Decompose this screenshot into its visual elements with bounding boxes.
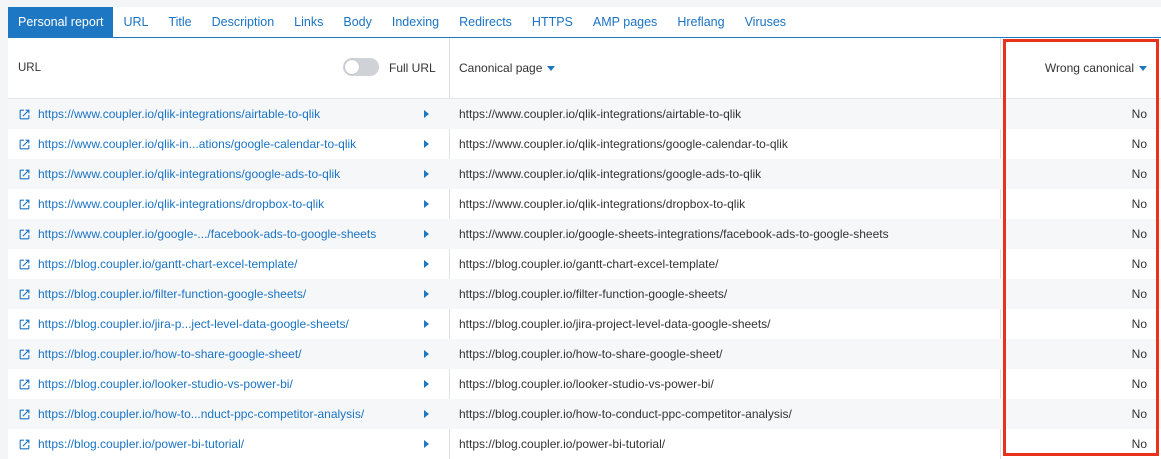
full-url-toggle[interactable]: [343, 58, 379, 76]
canonical-page-header[interactable]: Canonical page: [459, 61, 556, 75]
report-tabs: Personal report URL Title Description Li…: [8, 7, 1161, 38]
canonical-value: https://blog.coupler.io/how-to-conduct-p…: [459, 407, 792, 421]
table-row: https://blog.coupler.io/gantt-chart-exce…: [8, 249, 1161, 279]
tab-body[interactable]: Body: [333, 7, 382, 37]
url-link[interactable]: https://www.coupler.io/google-.../facebo…: [38, 227, 376, 241]
expand-arrow-icon[interactable]: [424, 110, 429, 118]
external-link-icon[interactable]: [18, 318, 31, 331]
sort-caret-icon: [547, 65, 556, 71]
expand-arrow-icon[interactable]: [424, 140, 429, 148]
tab-hreflang[interactable]: Hreflang: [667, 7, 734, 37]
external-link-icon[interactable]: [18, 198, 31, 211]
tab-url[interactable]: URL: [113, 7, 158, 37]
report-frame: Personal report URL Title Description Li…: [0, 0, 1161, 459]
wrong-canonical-value: No: [1131, 167, 1147, 181]
full-url-label: Full URL: [389, 61, 436, 75]
canonical-value: https://www.coupler.io/qlik-integrations…: [459, 137, 788, 151]
external-link-icon[interactable]: [18, 258, 31, 271]
wrong-canonical-value: No: [1131, 407, 1147, 421]
url-link[interactable]: https://www.coupler.io/qlik-integrations…: [38, 167, 340, 181]
url-link[interactable]: https://www.coupler.io/qlik-in...ations/…: [38, 137, 356, 151]
url-link[interactable]: https://blog.coupler.io/filter-function-…: [38, 287, 306, 301]
table-header: URL Full URL Canonical page Wrong canoni…: [8, 38, 1161, 99]
sort-caret-icon: [1139, 65, 1147, 71]
expand-arrow-icon[interactable]: [424, 350, 429, 358]
external-link-icon[interactable]: [18, 168, 31, 181]
url-link[interactable]: https://blog.coupler.io/how-to-share-goo…: [38, 347, 302, 361]
tab-redirects[interactable]: Redirects: [449, 7, 522, 37]
expand-arrow-icon[interactable]: [424, 290, 429, 298]
url-link[interactable]: https://blog.coupler.io/gantt-chart-exce…: [38, 257, 297, 271]
wrong-canonical-value: No: [1131, 287, 1147, 301]
wrong-canonical-value: No: [1131, 377, 1147, 391]
expand-arrow-icon[interactable]: [424, 380, 429, 388]
tab-links[interactable]: Links: [284, 7, 333, 37]
canonical-value: https://blog.coupler.io/looker-studio-vs…: [459, 377, 714, 391]
canonical-value: https://www.coupler.io/qlik-integrations…: [459, 107, 742, 121]
table-row: https://www.coupler.io/qlik-integrations…: [8, 189, 1161, 219]
expand-arrow-icon[interactable]: [424, 170, 429, 178]
table-row: https://blog.coupler.io/how-to...nduct-p…: [8, 399, 1161, 429]
expand-arrow-icon[interactable]: [424, 200, 429, 208]
external-link-icon[interactable]: [18, 138, 31, 151]
wrong-canonical-header[interactable]: Wrong canonical: [1045, 61, 1147, 75]
url-link[interactable]: https://blog.coupler.io/how-to...nduct-p…: [38, 407, 364, 421]
table-row: https://blog.coupler.io/filter-function-…: [8, 279, 1161, 309]
canonical-value: https://www.coupler.io/google-sheets-int…: [459, 227, 889, 241]
expand-arrow-icon[interactable]: [424, 230, 429, 238]
table-body: https://www.coupler.io/qlik-integrations…: [8, 99, 1161, 459]
wrong-canonical-value: No: [1131, 317, 1147, 331]
canonical-page-label: Canonical page: [459, 61, 543, 75]
url-link[interactable]: https://blog.coupler.io/looker-studio-vs…: [38, 377, 293, 391]
canonical-value: https://www.coupler.io/qlik-integrations…: [459, 167, 762, 181]
canonical-value: https://blog.coupler.io/filter-function-…: [459, 287, 728, 301]
external-link-icon[interactable]: [18, 408, 31, 421]
wrong-canonical-value: No: [1131, 227, 1147, 241]
tab-personal-report[interactable]: Personal report: [8, 7, 114, 37]
table-row: https://blog.coupler.io/looker-studio-vs…: [8, 369, 1161, 399]
canonical-value: https://blog.coupler.io/jira-project-lev…: [459, 317, 771, 331]
tab-https[interactable]: HTTPS: [522, 7, 583, 37]
url-link[interactable]: https://www.coupler.io/qlik-integrations…: [38, 197, 324, 211]
expand-arrow-icon[interactable]: [424, 410, 429, 418]
report-table: URL Full URL Canonical page Wrong canoni…: [8, 38, 1161, 459]
external-link-icon[interactable]: [18, 228, 31, 241]
table-row: https://www.coupler.io/qlik-integrations…: [8, 159, 1161, 189]
wrong-canonical-value: No: [1131, 437, 1147, 451]
wrong-canonical-value: No: [1131, 107, 1147, 121]
canonical-value: https://blog.coupler.io/how-to-share-goo…: [459, 347, 723, 361]
wrong-canonical-label: Wrong canonical: [1044, 61, 1134, 75]
url-link[interactable]: https://blog.coupler.io/jira-p...ject-le…: [38, 317, 349, 331]
external-link-icon[interactable]: [18, 438, 31, 451]
table-row: https://blog.coupler.io/power-bi-tutoria…: [8, 429, 1161, 459]
table-row: https://www.coupler.io/google-.../facebo…: [8, 219, 1161, 249]
tab-description[interactable]: Description: [202, 7, 285, 37]
url-link[interactable]: https://www.coupler.io/qlik-integrations…: [38, 107, 320, 121]
external-link-icon[interactable]: [18, 288, 31, 301]
tab-title[interactable]: Title: [158, 7, 201, 37]
url-link[interactable]: https://blog.coupler.io/power-bi-tutoria…: [38, 437, 244, 451]
toggle-knob: [345, 60, 359, 74]
external-link-icon[interactable]: [18, 378, 31, 391]
wrong-canonical-value: No: [1131, 197, 1147, 211]
external-link-icon[interactable]: [18, 108, 31, 121]
tab-viruses[interactable]: Viruses: [735, 7, 796, 37]
table-row: https://www.coupler.io/qlik-in...ations/…: [8, 129, 1161, 159]
tab-indexing[interactable]: Indexing: [382, 7, 449, 37]
wrong-canonical-value: No: [1131, 137, 1147, 151]
table-row: https://blog.coupler.io/jira-p...ject-le…: [8, 309, 1161, 339]
canonical-value: https://www.coupler.io/qlik-integrations…: [459, 197, 746, 211]
table-row: https://www.coupler.io/qlik-integrations…: [8, 99, 1161, 129]
canonical-value: https://blog.coupler.io/gantt-chart-exce…: [459, 257, 719, 271]
tab-amp-pages[interactable]: AMP pages: [583, 7, 667, 37]
url-column-header: URL: [18, 62, 42, 74]
external-link-icon[interactable]: [18, 348, 31, 361]
table-row: https://blog.coupler.io/how-to-share-goo…: [8, 339, 1161, 369]
wrong-canonical-value: No: [1131, 347, 1147, 361]
expand-arrow-icon[interactable]: [424, 260, 429, 268]
canonical-value: https://blog.coupler.io/power-bi-tutoria…: [459, 437, 666, 451]
expand-arrow-icon[interactable]: [424, 440, 429, 448]
wrong-canonical-value: No: [1131, 257, 1147, 271]
expand-arrow-icon[interactable]: [424, 320, 429, 328]
